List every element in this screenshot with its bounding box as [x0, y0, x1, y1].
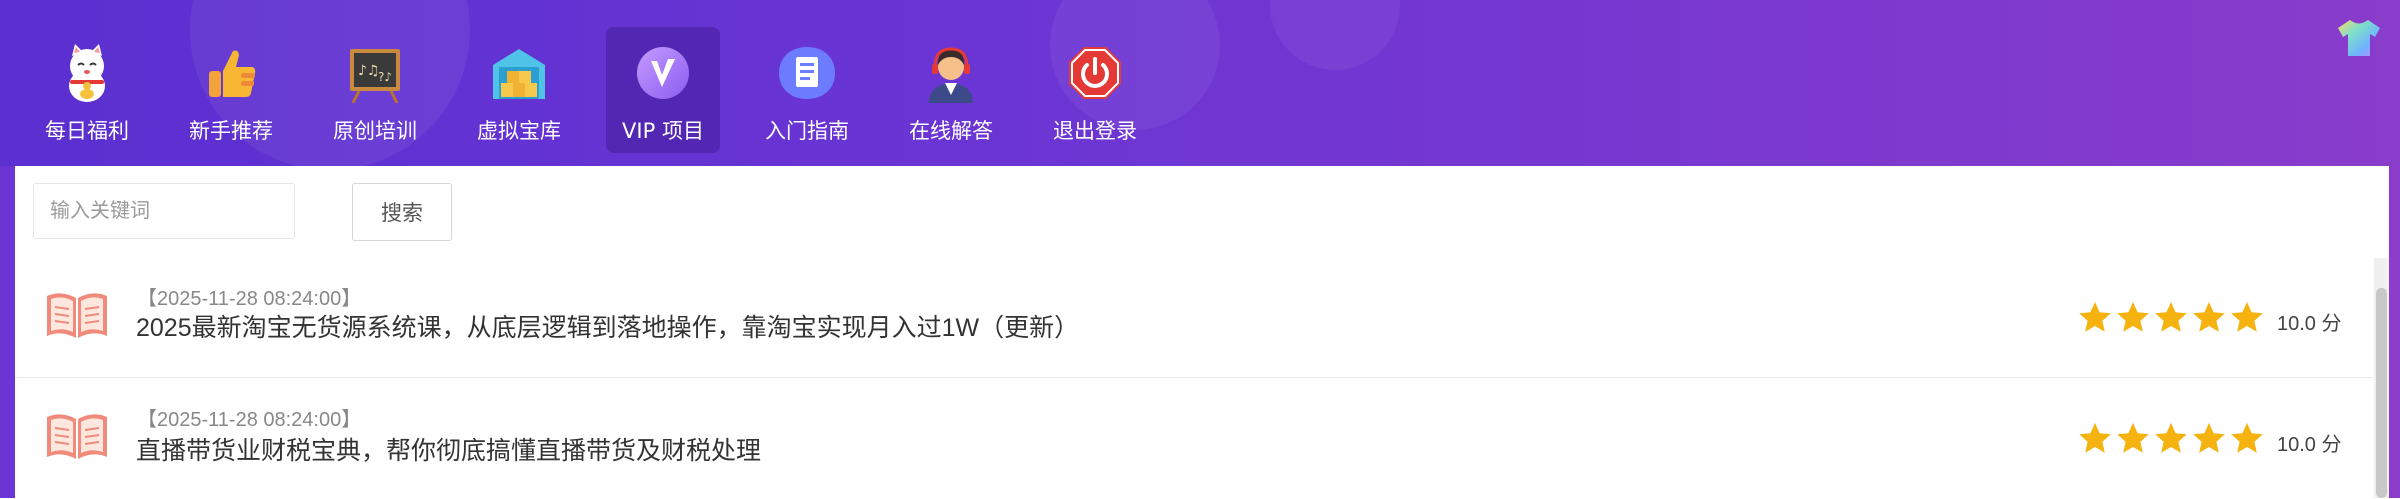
nav-item-daily-welfare[interactable]: 每日福利 — [30, 27, 144, 153]
open-book-icon — [45, 411, 109, 461]
scrollbar-thumb[interactable] — [2376, 288, 2387, 498]
nav-item-vip-project[interactable]: VIP 项目 — [606, 27, 720, 153]
star-rating — [2078, 301, 2268, 333]
nav-item-label: 入门指南 — [765, 119, 849, 143]
star-icon — [2155, 423, 2187, 453]
list-item: 【2025-11-28 08:24:00】 直播带货业财税宝典，帮你彻底搞懂直播… — [15, 378, 2374, 499]
customer-service-icon — [919, 41, 983, 105]
vertical-scrollbar[interactable] — [2374, 258, 2389, 498]
item-date: 【2025-11-28 08:24:00】 — [137, 409, 362, 431]
item-title-link[interactable]: 直播带货业财税宝典，帮你彻底搞懂直播带货及财税处理 — [136, 431, 761, 467]
page-left-edge — [0, 166, 15, 498]
star-icon — [2079, 302, 2111, 332]
document-icon — [775, 41, 839, 105]
item-date: 【2025-11-28 08:24:00】 — [137, 288, 362, 310]
star-icon — [2117, 302, 2149, 332]
star-icon — [2079, 423, 2111, 453]
warehouse-icon — [487, 41, 551, 105]
page-right-edge — [2389, 166, 2400, 498]
open-book-icon — [45, 290, 109, 340]
thumbs-up-icon — [199, 41, 263, 105]
nav-item-label: 原创培训 — [333, 119, 417, 143]
nav-item-label: 每日福利 — [45, 119, 129, 143]
nav-item-label: 退出登录 — [1053, 119, 1137, 143]
list-item: 【2025-11-28 08:24:00】 2025最新淘宝无货源系统课，从底层… — [15, 257, 2374, 378]
nav-item-getting-started[interactable]: 入门指南 — [750, 27, 864, 153]
top-navigation-bar: 每日福利 新手推荐 ♪♫ ?♪ 原创培训 虚拟宝库 VIP 项目 入门指南 在线… — [0, 0, 2400, 166]
nav-item-label: 虚拟宝库 — [477, 119, 561, 143]
svg-text:?♪: ?♪ — [378, 70, 392, 84]
item-title-link[interactable]: 2025最新淘宝无货源系统课，从底层逻辑到落地操作，靠淘宝实现月入过1W（更新） — [136, 308, 1079, 344]
star-icon — [2231, 423, 2263, 453]
nav-item-label: 在线解答 — [909, 119, 993, 143]
nav-item-logout[interactable]: 退出登录 — [1038, 27, 1152, 153]
nav-item-virtual-treasury[interactable]: 虚拟宝库 — [462, 27, 576, 153]
search-button[interactable]: 搜索 — [352, 183, 452, 241]
tshirt-icon[interactable] — [2336, 18, 2382, 58]
star-icon — [2155, 302, 2187, 332]
item-score: 10.0 分 — [2277, 434, 2342, 456]
nav-item-original-training[interactable]: ♪♫ ?♪ 原创培训 — [318, 27, 432, 153]
nav-item-label: VIP 项目 — [622, 119, 704, 143]
item-score: 10.0 分 — [2277, 313, 2342, 335]
decorative-bubble — [1270, 0, 1400, 70]
star-icon — [2117, 423, 2149, 453]
main-nav: 每日福利 新手推荐 ♪♫ ?♪ 原创培训 虚拟宝库 VIP 项目 入门指南 在线… — [30, 27, 1182, 153]
search-input[interactable] — [33, 183, 295, 239]
nav-item-online-answers[interactable]: 在线解答 — [894, 27, 1008, 153]
svg-text:♪♫: ♪♫ — [358, 63, 380, 79]
star-icon — [2231, 302, 2263, 332]
nav-item-label: 新手推荐 — [189, 119, 273, 143]
content-panel: 搜索 【2025-11-28 08:24:00】 2025最新淘宝无货源系统课，… — [15, 166, 2389, 498]
blackboard-icon: ♪♫ ?♪ — [343, 41, 407, 105]
star-icon — [2193, 302, 2225, 332]
star-rating — [2078, 422, 2268, 454]
power-icon — [1063, 41, 1127, 105]
vip-icon — [631, 41, 695, 105]
lucky-cat-icon — [55, 41, 119, 105]
star-icon — [2193, 423, 2225, 453]
nav-item-beginner-recommend[interactable]: 新手推荐 — [174, 27, 288, 153]
